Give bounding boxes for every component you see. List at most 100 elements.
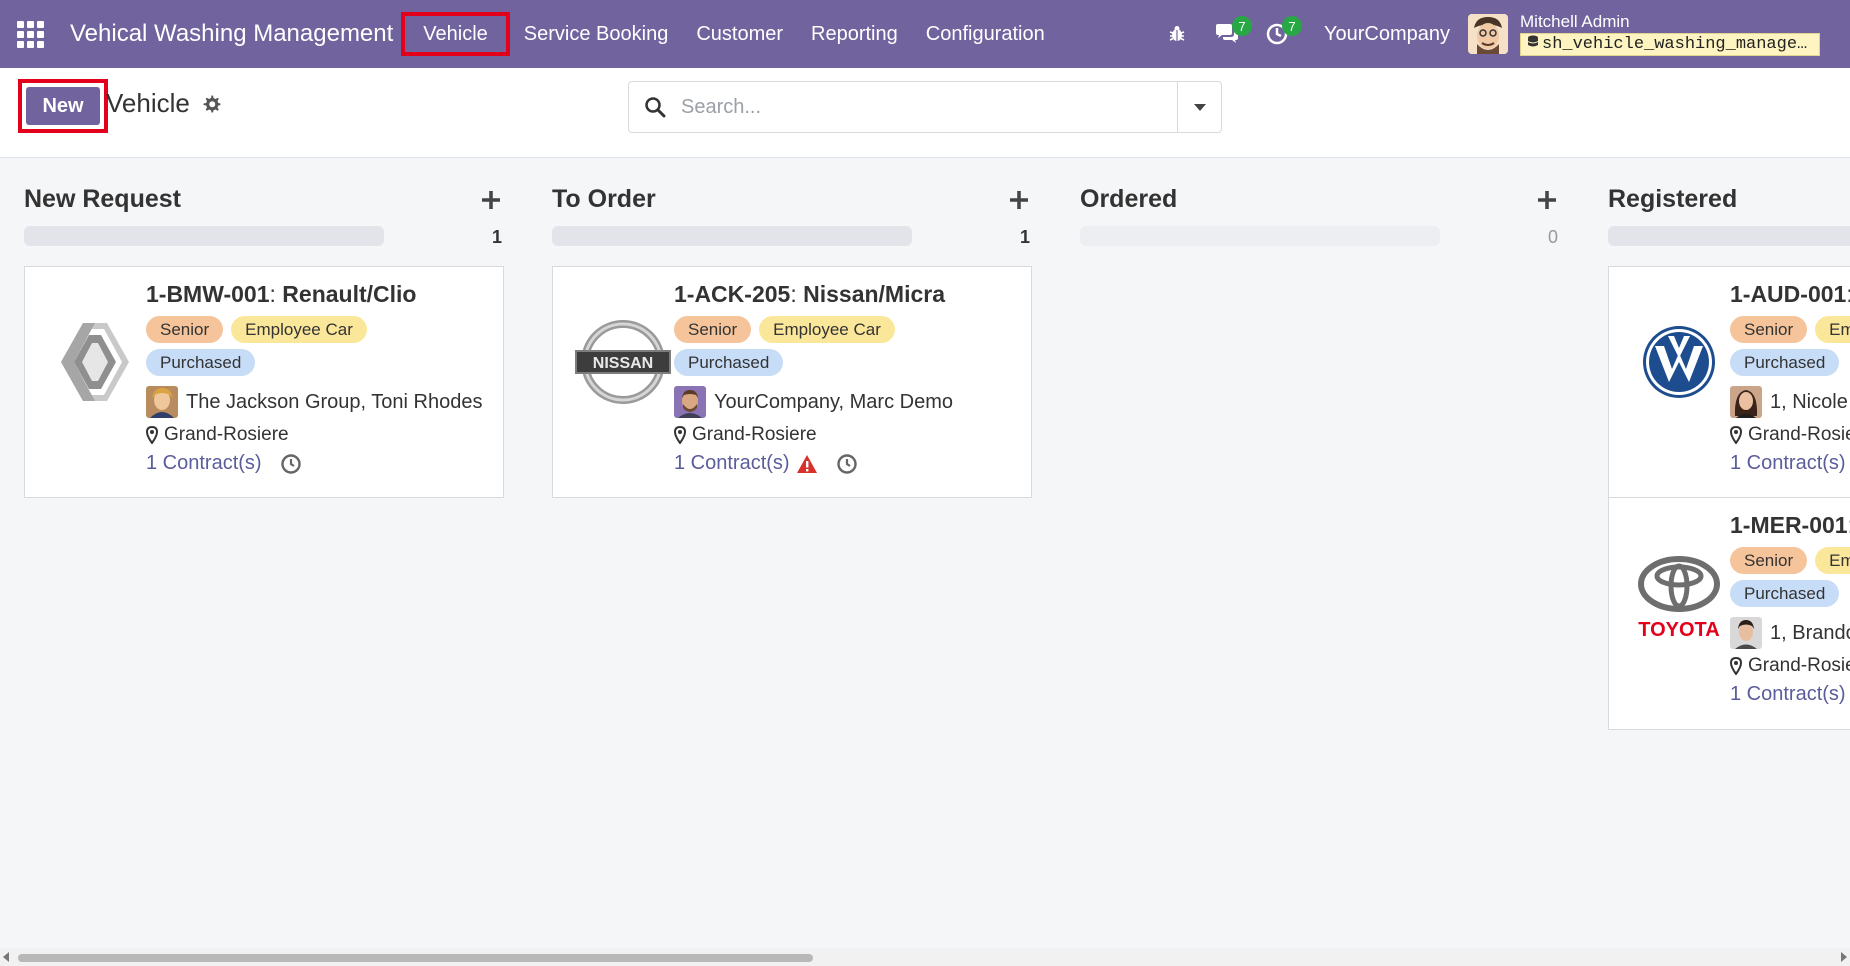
- menu-customer[interactable]: Customer: [682, 12, 797, 56]
- map-marker-icon: [1730, 426, 1742, 444]
- column-count: 1: [1019, 227, 1030, 247]
- location-text: Grand-Rosiere: [164, 424, 289, 445]
- menu-vehicle[interactable]: Vehicle: [401, 12, 510, 56]
- menu-reporting[interactable]: Reporting: [797, 12, 912, 56]
- map-marker-icon: [146, 426, 158, 444]
- driver-avatar: [1730, 617, 1762, 649]
- kanban-column-registered: Registered 1-AUD-001: Senior Employee Ca…: [1608, 159, 1850, 949]
- navbar-systray: 7 7 YourCompany Mitchell Admin sh_vehicl…: [1152, 0, 1850, 68]
- column-progress-bar[interactable]: [24, 226, 384, 246]
- messages-count-badge: 7: [1231, 16, 1252, 36]
- tag-purchased: Purchased: [146, 349, 256, 376]
- scroll-left-arrow[interactable]: [3, 952, 9, 962]
- app-brand[interactable]: Vehical Washing Management: [70, 20, 393, 48]
- location-text: Grand-Rosiere: [692, 424, 817, 445]
- plus-icon[interactable]: [1006, 187, 1032, 213]
- vehicle-model: Renault/Clio: [282, 281, 417, 307]
- tag-purchased: Purchased: [1730, 349, 1840, 376]
- map-marker-icon: [1730, 657, 1742, 675]
- contracts-link[interactable]: 1 Contract(s): [146, 452, 262, 475]
- contracts-link[interactable]: 1 Contract(s): [674, 452, 790, 475]
- tag-purchased: Purchased: [674, 349, 784, 376]
- column-title: Ordered: [1080, 184, 1178, 213]
- column-progress-bar[interactable]: [552, 226, 912, 246]
- map-marker-icon: [674, 426, 686, 444]
- contracts-link[interactable]: 1 Contract(s): [1730, 452, 1846, 475]
- bug-icon[interactable]: [1152, 0, 1202, 68]
- vehicle-title-separator: :: [790, 281, 804, 307]
- kanban-column-new-request: New Request 1 1-BMW-001: Renault/Clio Se…: [24, 159, 504, 949]
- kanban-card[interactable]: 1-BMW-001: Renault/Clio Senior Employee …: [24, 266, 504, 498]
- contracts-link[interactable]: 1 Contract(s): [1730, 683, 1846, 706]
- column-title: New Request: [24, 184, 181, 213]
- gear-icon[interactable]: [202, 94, 222, 114]
- search-options-toggle[interactable]: [1177, 82, 1221, 132]
- clock-icon[interactable]: [836, 453, 858, 475]
- horizontal-scrollbar[interactable]: [0, 948, 1850, 966]
- apps-menu-icon[interactable]: [0, 0, 60, 68]
- tag-senior: Senior: [146, 316, 224, 343]
- renault-logo: [45, 312, 145, 412]
- vehicle-ref: 1-BMW-001: [146, 281, 270, 307]
- menu-configuration[interactable]: Configuration: [912, 12, 1059, 56]
- card-title: 1-BMW-001: Renault/Clio: [146, 281, 516, 308]
- vehicle-ref: 1-AUD-001: [1730, 281, 1847, 307]
- column-progress-bar[interactable]: [1080, 226, 1440, 246]
- vehicle-ref: 1-ACK-205: [674, 281, 791, 307]
- kanban-view: New Request 1 1-BMW-001: Renault/Clio Se…: [0, 159, 1850, 949]
- top-navbar: Vehical Washing Management Vehicle Servi…: [0, 0, 1850, 68]
- card-title: 1-ACK-205: Nissan/Micra: [674, 281, 1044, 308]
- scrollbar-thumb[interactable]: [18, 954, 813, 962]
- kanban-card[interactable]: 1-AUD-001: Senior Employee Car Purchased…: [1608, 266, 1850, 498]
- tag-senior: Senior: [1730, 316, 1808, 343]
- new-button[interactable]: New: [26, 87, 100, 125]
- control-panel: New Vehicle: [0, 68, 1850, 158]
- search-bar: [628, 81, 1222, 133]
- vehicle-ref: 1-MER-001: [1730, 512, 1848, 538]
- database-name-text: sh_vehicle_washing_management: [1542, 34, 1820, 54]
- toyota-logo-text: TOYOTA: [1638, 619, 1719, 640]
- kanban-card[interactable]: TOYOTA 1-MER-001: Senior Employee Car Pu…: [1608, 497, 1850, 730]
- menu-service-booking[interactable]: Service Booking: [510, 12, 683, 56]
- kanban-column-ordered: Ordered 0: [1080, 159, 1560, 949]
- column-title: To Order: [552, 184, 656, 213]
- location-text: Grand-Rosiere: [1748, 424, 1850, 445]
- caret-down-icon: [1193, 104, 1206, 111]
- chat-icon[interactable]: 7: [1202, 0, 1252, 68]
- search-input[interactable]: [681, 83, 1177, 131]
- column-count: 1: [491, 227, 502, 247]
- vehicle-title-separator: :: [1846, 281, 1850, 307]
- column-progress-bar[interactable]: [1608, 226, 1850, 246]
- user-avatar: [1468, 14, 1508, 54]
- tag-employee-car: Employee Car: [1815, 547, 1850, 574]
- tag-senior: Senior: [1730, 547, 1808, 574]
- warning-triangle-icon: [796, 454, 818, 474]
- scroll-right-arrow[interactable]: [1841, 952, 1847, 962]
- tag-employee-car: Employee Car: [231, 316, 367, 343]
- kanban-column-to-order: To Order 1 NISSAN 1-ACK-205: Nissan/Micr…: [552, 159, 1032, 949]
- driver-name: 1, Nicole: [1770, 390, 1848, 413]
- driver-avatar: [146, 386, 178, 418]
- driver-name: YourCompany, Marc Demo: [714, 390, 953, 413]
- driver-name: 1, Brandon: [1770, 621, 1850, 644]
- user-menu[interactable]: Mitchell Admin sh_vehicle_washing_manage…: [1468, 12, 1820, 56]
- volkswagen-logo: [1629, 312, 1729, 412]
- toyota-logo: TOYOTA: [1629, 548, 1729, 648]
- tag-employee-car: Employee Car: [1815, 316, 1850, 343]
- main-menu: Vehicle Service Booking Customer Reporti…: [401, 0, 1058, 68]
- plus-icon[interactable]: [478, 187, 504, 213]
- clock-icon[interactable]: [280, 453, 302, 475]
- page-title: Vehicle: [106, 88, 190, 118]
- company-switcher[interactable]: YourCompany: [1324, 23, 1450, 46]
- kanban-card[interactable]: NISSAN 1-ACK-205: Nissan/Micra Senior Em…: [552, 266, 1032, 498]
- column-title: Registered: [1608, 184, 1738, 213]
- activity-clock-icon[interactable]: 7: [1252, 0, 1302, 68]
- driver-avatar: [674, 386, 706, 418]
- plus-icon[interactable]: [1534, 187, 1560, 213]
- breadcrumb: Vehicle: [106, 88, 222, 119]
- tag-employee-car: Employee Car: [759, 316, 895, 343]
- new-button-highlight: New: [18, 79, 108, 133]
- driver-name: The Jackson Group, Toni Rhodes: [186, 390, 483, 413]
- vehicle-title-separator: :: [269, 281, 283, 307]
- location-text: Grand-Rosiere: [1748, 655, 1850, 676]
